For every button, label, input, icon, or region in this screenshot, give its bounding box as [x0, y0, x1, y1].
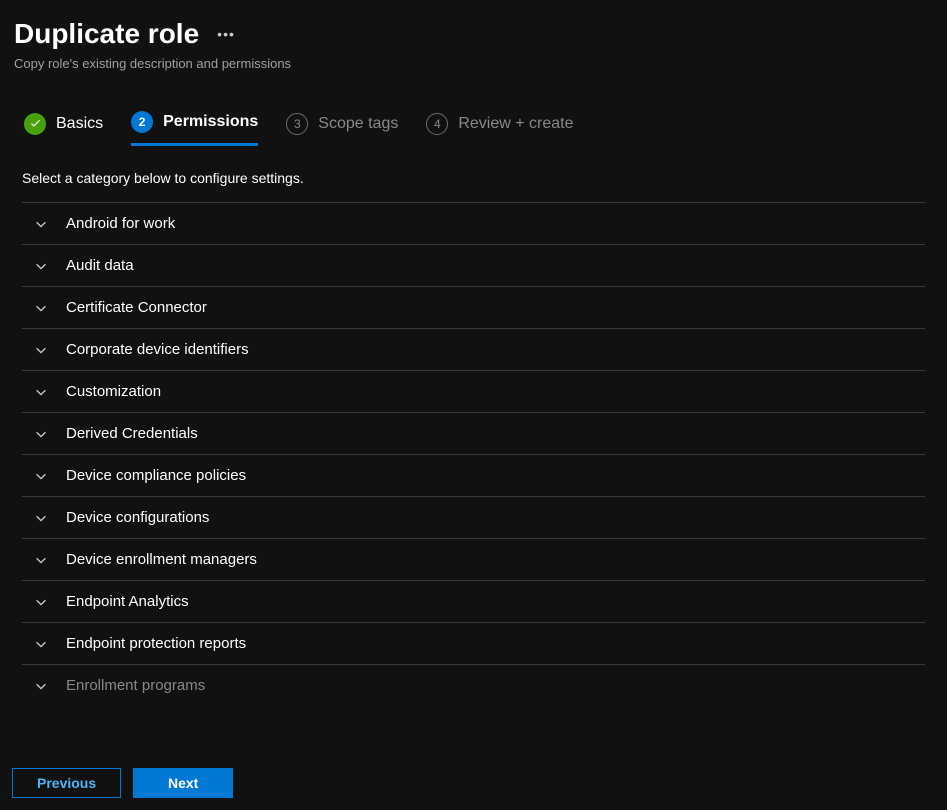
tab-basics[interactable]: Basics [24, 113, 103, 145]
check-icon [24, 113, 46, 135]
category-item-device-compliance-policies[interactable]: Device compliance policies [22, 454, 925, 496]
category-label: Android for work [66, 215, 175, 232]
category-item-certificate-connector[interactable]: Certificate Connector [22, 286, 925, 328]
category-label: Device compliance policies [66, 467, 246, 484]
tab-label: Permissions [163, 113, 258, 131]
step-number-icon: 3 [286, 113, 308, 135]
category-item-endpoint-protection-reports[interactable]: Endpoint protection reports [22, 622, 925, 664]
category-item-endpoint-analytics[interactable]: Endpoint Analytics [22, 580, 925, 622]
chevron-down-icon [34, 217, 48, 231]
category-label: Endpoint protection reports [66, 635, 246, 652]
tab-scope-tags[interactable]: 3 Scope tags [286, 113, 398, 145]
wizard-footer: Previous Next [0, 756, 947, 810]
category-item-enrollment-programs[interactable]: Enrollment programs [22, 664, 925, 706]
step-number-icon: 2 [131, 111, 153, 133]
category-item-device-configurations[interactable]: Device configurations [22, 496, 925, 538]
category-list: Android for work Audit data Certificate … [0, 202, 947, 706]
category-label: Enrollment programs [66, 677, 205, 694]
category-label: Corporate device identifiers [66, 341, 249, 358]
chevron-down-icon [34, 595, 48, 609]
category-label: Device configurations [66, 509, 209, 526]
page-header: Duplicate role ••• Copy role's existing … [0, 0, 947, 81]
category-item-derived-credentials[interactable]: Derived Credentials [22, 412, 925, 454]
category-item-audit-data[interactable]: Audit data [22, 244, 925, 286]
tab-review-create[interactable]: 4 Review + create [426, 113, 573, 145]
chevron-down-icon [34, 343, 48, 357]
tab-permissions[interactable]: 2 Permissions [131, 111, 258, 146]
chevron-down-icon [34, 301, 48, 315]
category-item-device-enrollment-managers[interactable]: Device enrollment managers [22, 538, 925, 580]
chevron-down-icon [34, 637, 48, 651]
previous-button[interactable]: Previous [12, 768, 121, 798]
instruction-text: Select a category below to configure set… [0, 146, 947, 202]
tab-label: Basics [56, 115, 103, 133]
category-label: Derived Credentials [66, 425, 198, 442]
category-label: Certificate Connector [66, 299, 207, 316]
chevron-down-icon [34, 427, 48, 441]
page-title: Duplicate role [14, 18, 199, 50]
category-label: Audit data [66, 257, 134, 274]
category-item-customization[interactable]: Customization [22, 370, 925, 412]
step-number-icon: 4 [426, 113, 448, 135]
chevron-down-icon [34, 511, 48, 525]
category-item-corporate-device-identifiers[interactable]: Corporate device identifiers [22, 328, 925, 370]
more-actions-icon[interactable]: ••• [217, 26, 235, 42]
tab-label: Scope tags [318, 115, 398, 133]
chevron-down-icon [34, 553, 48, 567]
wizard-tabs: Basics 2 Permissions 3 Scope tags 4 Revi… [0, 81, 947, 146]
chevron-down-icon [34, 679, 48, 693]
chevron-down-icon [34, 385, 48, 399]
chevron-down-icon [34, 469, 48, 483]
category-label: Endpoint Analytics [66, 593, 189, 610]
page-subtitle: Copy role's existing description and per… [14, 56, 933, 71]
category-item-android-for-work[interactable]: Android for work [22, 202, 925, 244]
category-label: Device enrollment managers [66, 551, 257, 568]
category-label: Customization [66, 383, 161, 400]
next-button[interactable]: Next [133, 768, 233, 798]
tab-label: Review + create [458, 115, 573, 133]
chevron-down-icon [34, 259, 48, 273]
